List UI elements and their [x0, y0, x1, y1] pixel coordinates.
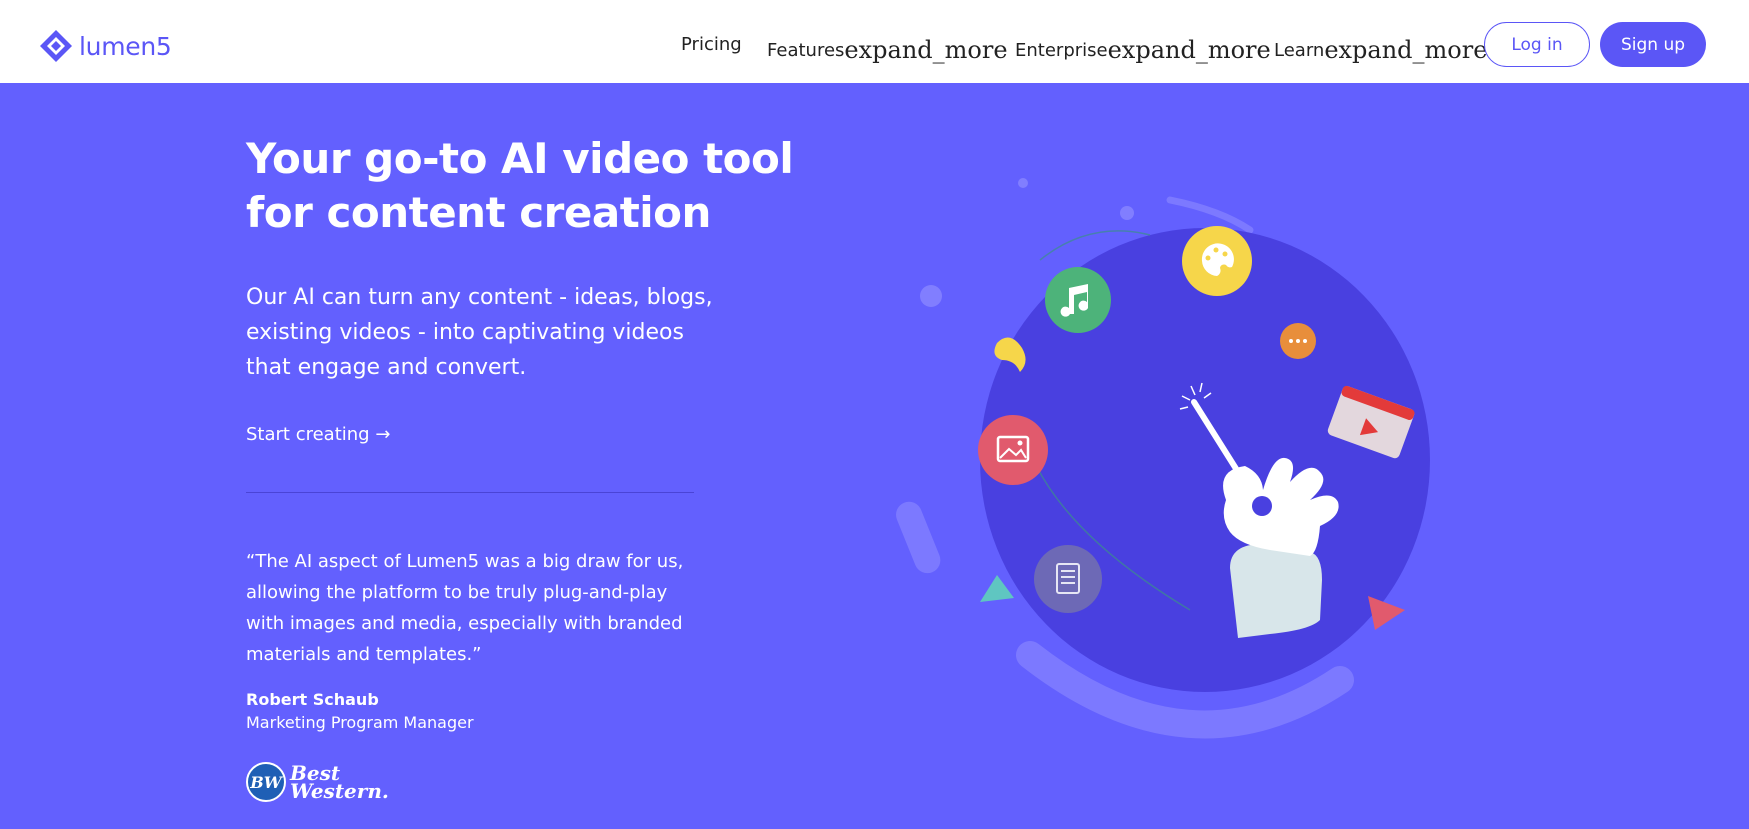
signup-button[interactable]: Sign up	[1600, 22, 1706, 67]
music-icon	[1045, 267, 1111, 333]
start-creating-link[interactable]: Start creating →	[246, 424, 390, 445]
nav-enterprise[interactable]: Enterpriseexpand_more	[1015, 34, 1271, 64]
teal-triangle-icon	[980, 575, 1014, 602]
testimonial-author: Robert Schaub	[246, 690, 379, 709]
bw-badge: BW	[246, 762, 286, 802]
nav-features-label: Features	[767, 40, 845, 61]
chevron-down-icon: expand_more	[844, 36, 1008, 64]
nav-learn-label: Learn	[1274, 40, 1325, 61]
document-icon	[1034, 545, 1102, 613]
nav-pricing[interactable]: Pricing	[681, 34, 742, 55]
decor-dot	[1018, 178, 1028, 188]
lumen5-logo[interactable]: lumen5	[38, 28, 172, 64]
top-navbar: lumen5 Pricing Featuresexpand_more Enter…	[0, 0, 1749, 83]
chevron-down-icon: expand_more	[1324, 36, 1488, 64]
decor-dot	[1120, 206, 1134, 220]
palette-icon	[1182, 226, 1252, 296]
nav-enterprise-label: Enterprise	[1015, 40, 1108, 61]
divider	[246, 492, 694, 493]
lumen5-logo-icon	[40, 30, 72, 62]
best-western-logo: BW Best Western.	[246, 762, 389, 802]
decor-pill	[896, 501, 941, 574]
brand-name: lumen5	[79, 31, 172, 61]
image-icon	[978, 415, 1048, 485]
bw-line-2: Western.	[290, 779, 389, 803]
nav-features[interactable]: Featuresexpand_more	[767, 34, 1008, 64]
testimonial-role: Marketing Program Manager	[246, 713, 474, 732]
chat-bubble-icon	[1280, 323, 1316, 359]
chevron-down-icon: expand_more	[1107, 36, 1271, 64]
hero-subtitle: Our AI can turn any content - ideas, blo…	[246, 285, 713, 380]
testimonial-quote: “The AI aspect of Lumen5 was a big draw …	[246, 551, 684, 665]
hero-title: Your go-to AI video tool for content cre…	[246, 134, 794, 237]
decor-arc	[1166, 196, 1254, 234]
nav-learn[interactable]: Learnexpand_more	[1274, 34, 1488, 64]
bw-wordmark: Best Western.	[290, 763, 389, 803]
hero-illustration	[896, 178, 1430, 739]
login-button[interactable]: Log in	[1484, 22, 1590, 67]
nav-pricing-label: Pricing	[681, 34, 742, 55]
decor-dot	[920, 285, 942, 307]
red-triangle-icon	[1368, 596, 1405, 630]
